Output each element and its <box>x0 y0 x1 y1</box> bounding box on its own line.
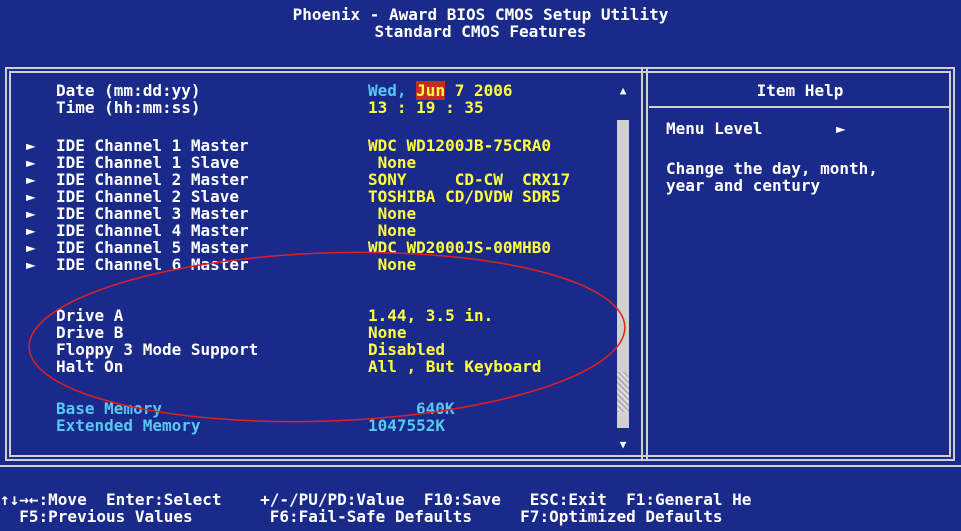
bios-subtitle: Standard CMOS Features <box>374 22 587 41</box>
help-text-line2: year and century <box>666 176 821 195</box>
key-legend-line2: F5:Previous Values F6:Fail-Safe Defaults… <box>0 507 723 526</box>
ide1-slave-value: None <box>368 153 417 172</box>
halt-on-value[interactable]: All , But Keyboard <box>368 358 541 375</box>
ide1-master-label[interactable]: IDE Channel 1 Master <box>56 137 249 154</box>
menu-level-arrow-icon: ► <box>836 119 846 138</box>
submenu-arrow-icon: ► <box>26 170 36 189</box>
ide2-slave-label[interactable]: IDE Channel 2 Slave <box>56 188 239 205</box>
item-help-title: Item Help <box>756 81 844 100</box>
halt-on-label: Halt On <box>56 357 124 376</box>
time-label: Time (hh:mm:ss) <box>56 98 201 117</box>
ide2-master-label[interactable]: IDE Channel 2 Master <box>56 171 249 188</box>
submenu-arrow-icon: ► <box>26 204 36 223</box>
time-field[interactable]: 13 : 19 : 35 <box>368 99 484 116</box>
key-legend: ↑↓→←:Move Enter:Select +/-/PU/PD:Value F… <box>0 465 961 531</box>
help-text-line1: Change the day, month, <box>666 159 878 178</box>
submenu-arrow-icon: ► <box>26 153 36 172</box>
ide4-master-label[interactable]: IDE Channel 4 Master <box>56 222 249 239</box>
submenu-arrow-icon: ► <box>26 187 36 206</box>
date-field[interactable]: Wed, Jun 7 2006 <box>368 81 513 100</box>
help-divider <box>649 106 951 108</box>
base-memory-label: Base Memory <box>56 399 162 418</box>
key-legend-line1: ↑↓→←:Move Enter:Select +/-/PU/PD:Value F… <box>0 490 752 509</box>
ide6-master-value: None <box>368 255 417 274</box>
drive-b-value[interactable]: None <box>368 324 407 341</box>
drive-b-label: Drive B <box>56 323 124 342</box>
scroll-up-icon[interactable]: ▲ <box>617 82 629 99</box>
extended-memory-value: 1047552K <box>368 416 446 435</box>
ide4-master-value: None <box>368 221 417 240</box>
drive-a-label: Drive A <box>56 306 124 325</box>
ide5-master-value: WDC WD2000JS-00MHB0 <box>368 238 552 257</box>
menu-level-label: Menu Level <box>666 119 763 138</box>
date-label: Date (mm:dd:yy) <box>56 81 201 100</box>
floppy-mode-value[interactable]: Disabled <box>368 341 445 358</box>
submenu-arrow-icon: ► <box>26 221 36 240</box>
scroll-down-icon[interactable]: ▼ <box>617 436 629 453</box>
ide1-master-value: WDC WD1200JB-75CRA0 <box>368 136 552 155</box>
submenu-arrow-icon: ► <box>26 136 36 155</box>
ide2-master-value: SONY CD-CW CRX17 <box>368 170 571 189</box>
floppy-mode-label: Floppy 3 Mode Support <box>56 340 259 359</box>
ide6-master-label[interactable]: IDE Channel 6 Master <box>56 256 249 273</box>
extended-memory-label: Extended Memory <box>56 416 201 435</box>
bios-title: Phoenix - Award BIOS CMOS Setup Utility <box>292 5 669 24</box>
scrollbar-thumb[interactable] <box>617 372 629 412</box>
submenu-arrow-icon: ► <box>26 238 36 257</box>
drive-a-value[interactable]: 1.44, 3.5 in. <box>368 307 493 324</box>
submenu-arrow-icon: ► <box>26 255 36 274</box>
ide2-slave-value: TOSHIBA CD/DVDW SDR5 <box>368 187 561 206</box>
ide3-master-value: None <box>368 204 417 223</box>
bios-header: Phoenix - Award BIOS CMOS Setup Utility … <box>0 0 961 62</box>
ide3-master-label[interactable]: IDE Channel 3 Master <box>56 205 249 222</box>
base-memory-value: 640K <box>416 399 455 418</box>
ide1-slave-label[interactable]: IDE Channel 1 Slave <box>56 154 239 171</box>
ide5-master-label[interactable]: IDE Channel 5 Master <box>56 239 249 256</box>
panel-divider <box>641 67 649 461</box>
